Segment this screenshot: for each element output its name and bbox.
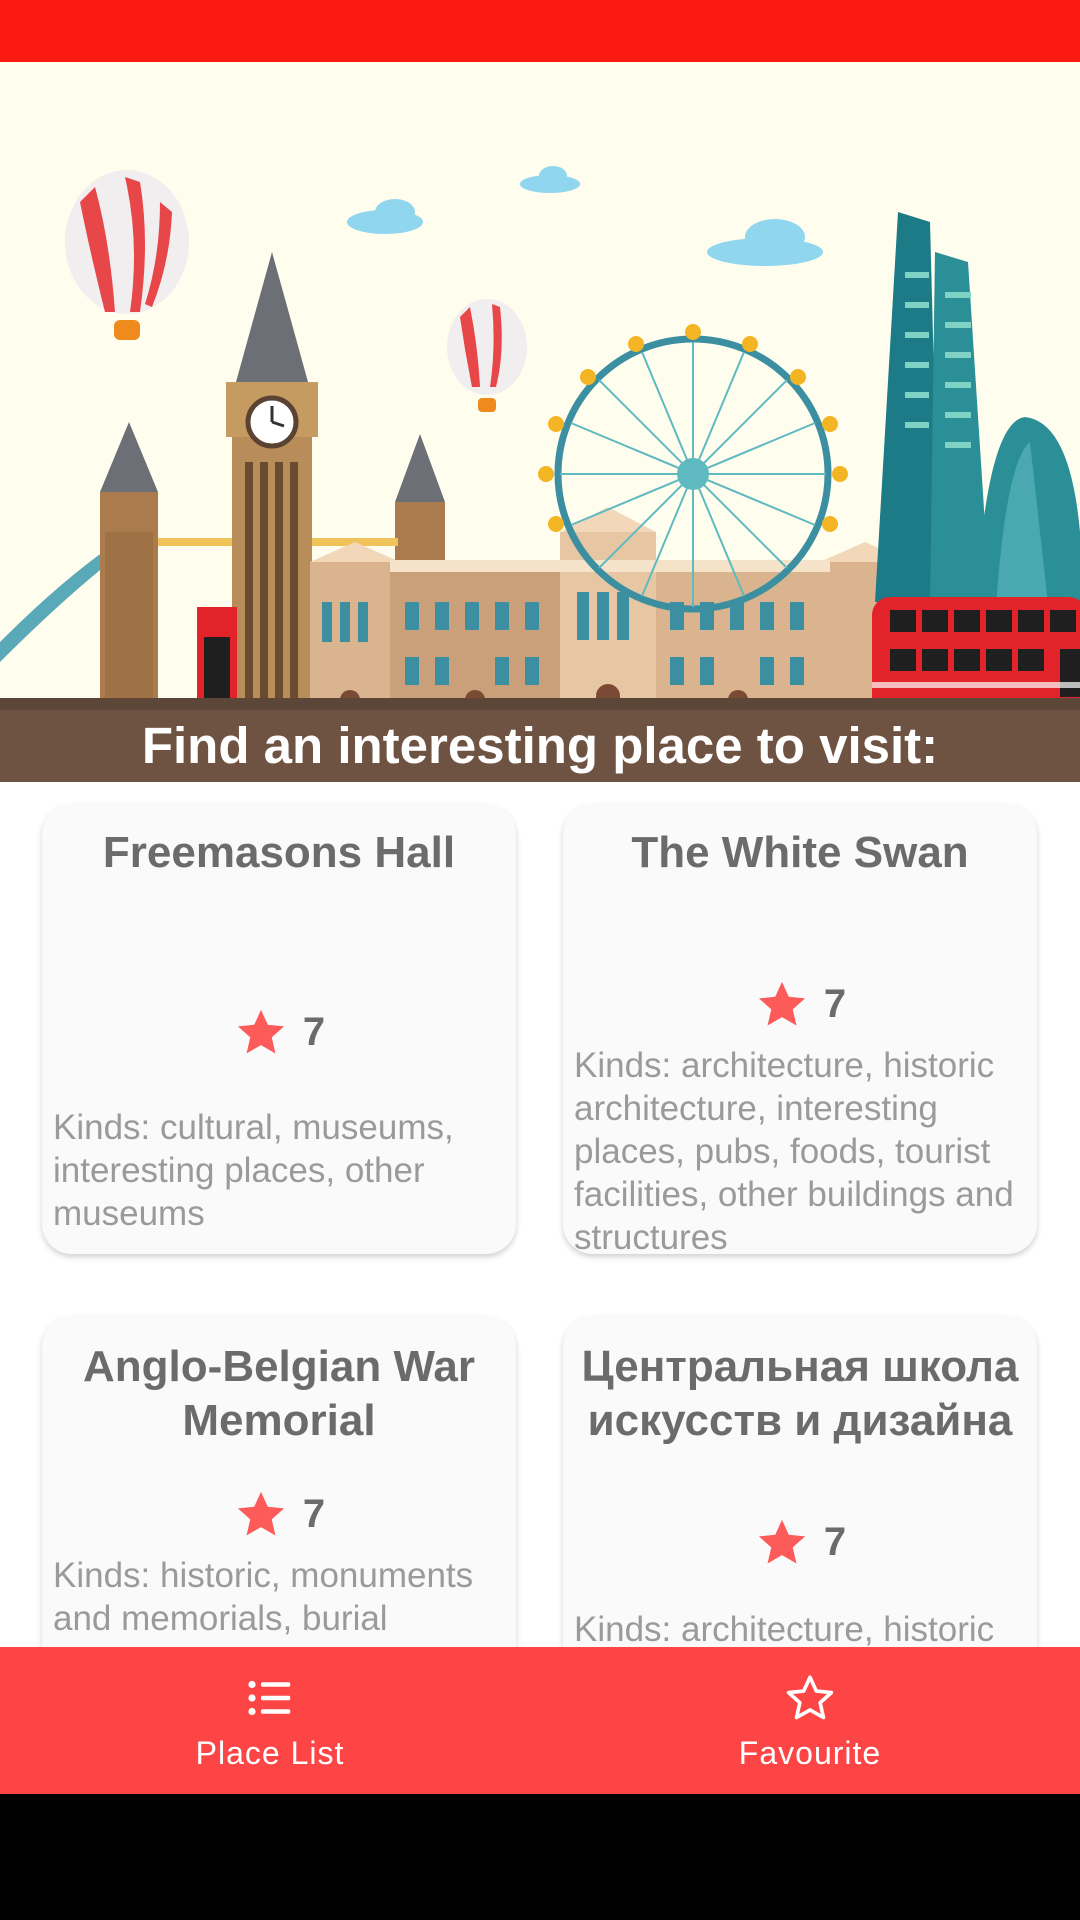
place-list[interactable]: Freemasons Hall 7 Kinds: cultural, museu… — [0, 782, 1080, 1647]
star-icon — [758, 1519, 805, 1564]
star-outline-icon — [786, 1675, 834, 1720]
nav-place-list[interactable]: Place List — [0, 1647, 540, 1794]
system-navigation-bar — [0, 1794, 1080, 1920]
place-card[interactable]: Freemasons Hall 7 Kinds: cultural, museu… — [42, 804, 516, 1254]
place-card[interactable]: Anglo-Belgian War Memorial 7 Kinds: hist… — [42, 1316, 516, 1647]
place-kinds: Kinds: architecture, historic — [574, 1610, 995, 1647]
place-card[interactable]: Центральная школа искусств и дизайна 7 K… — [563, 1316, 1037, 1647]
bottom-navigation: Place List Favourite — [0, 1647, 1080, 1794]
rating-value: 7 — [823, 981, 847, 1026]
place-title: Центральная школа искусств и дизайна — [581, 1342, 1019, 1445]
place-kinds: Kinds: historic, monuments and memorials… — [53, 1556, 474, 1638]
place-kinds: Kinds: cultural, museums, interesting pl… — [53, 1108, 454, 1233]
list-icon — [248, 1680, 291, 1716]
place-title: Freemasons Hall — [102, 828, 456, 877]
place-rating: 7 — [42, 1486, 516, 1542]
place-kinds: Kinds: architecture, historic architectu… — [574, 1046, 1014, 1254]
place-title: The White Swan — [631, 828, 969, 877]
place-card[interactable]: The White Swan 7 Kinds: architecture, hi… — [563, 804, 1037, 1254]
place-title: Anglo-Belgian War Memorial — [83, 1342, 475, 1445]
place-rating: 7 — [42, 1004, 516, 1060]
star-icon — [758, 981, 805, 1026]
hero-banner: Find an interesting place to visit: — [0, 62, 1080, 782]
rating-value: 7 — [302, 1491, 326, 1536]
nav-favourite[interactable]: Favourite — [540, 1647, 1080, 1794]
place-rating: 7 — [563, 976, 1037, 1032]
london-skyline-illustration — [0, 166, 1080, 753]
nav-label: Place List — [195, 1735, 345, 1771]
star-icon — [237, 1009, 284, 1054]
hero-caption: Find an interesting place to visit: — [0, 710, 1080, 782]
place-rating: 7 — [563, 1514, 1037, 1570]
rating-value: 7 — [302, 1009, 326, 1054]
star-icon — [237, 1491, 284, 1536]
rating-value: 7 — [823, 1519, 847, 1564]
nav-label: Favourite — [738, 1735, 882, 1771]
status-bar — [0, 0, 1080, 62]
